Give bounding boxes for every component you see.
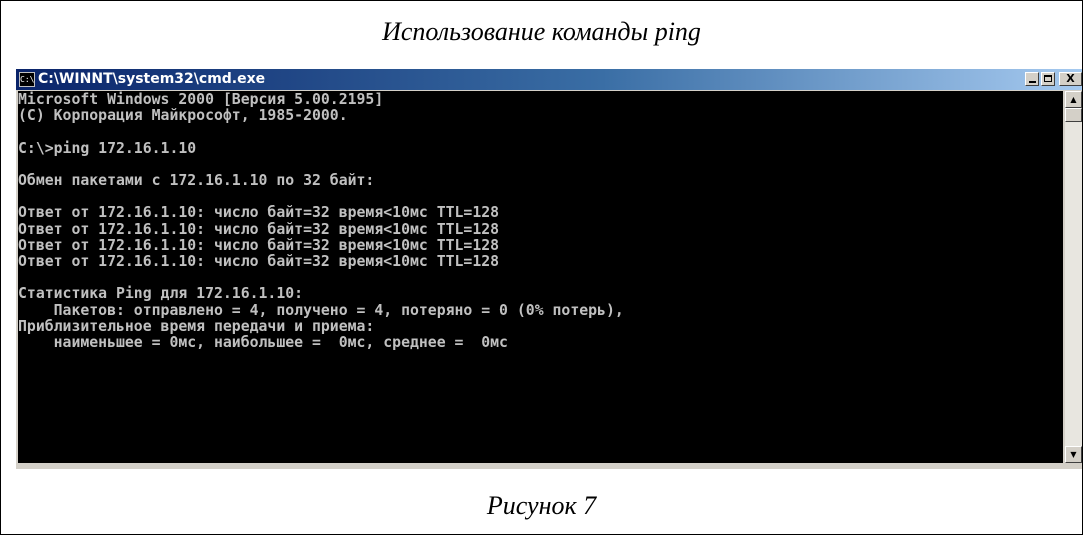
title-bar[interactable]: C:\ C:\WINNT\system32\cmd.exe X <box>16 69 1082 90</box>
minimize-icon <box>1029 81 1036 83</box>
figure-caption: Рисунок 7 <box>486 491 597 520</box>
console-line: наименьшее = 0мс, наибольшее = 0мс, сред… <box>18 334 508 352</box>
console-line: Пакетов: отправлено = 4, получено = 4, п… <box>18 301 624 319</box>
console-line: (С) Корпорация Майкрософт, 1985-2000. <box>18 107 348 125</box>
scroll-up-button[interactable]: ▲ <box>1065 91 1082 108</box>
figure-frame: Использование команды ping C:\ C:\WINNT\… <box>0 0 1083 535</box>
window-title: C:\WINNT\system32\cmd.exe <box>38 71 266 87</box>
console-line: Ответ от 172.16.1.10: число байт=32 врем… <box>18 204 500 222</box>
console-output[interactable]: Microsoft Windows 2000 [Версия 5.00.2195… <box>18 91 1063 463</box>
scroll-thumb[interactable] <box>1065 108 1082 122</box>
console-line: Обмен пакетами с 172.16.1.10 по 32 байт: <box>18 172 375 190</box>
console-line: C:\>ping 172.16.1.10 <box>18 139 197 157</box>
console-line: Приблизительное время передачи и приема: <box>18 317 375 335</box>
maximize-icon <box>1044 75 1052 82</box>
close-button[interactable]: X <box>1059 72 1082 86</box>
arrow-down-icon: ▼ <box>1070 450 1077 459</box>
console-text: Microsoft Windows 2000 [Версия 5.00.2195… <box>18 91 624 352</box>
cmd-icon[interactable]: C:\ <box>19 72 35 87</box>
figure-heading: Использование команды ping <box>382 17 701 46</box>
console-line: Ответ от 172.16.1.10: число байт=32 врем… <box>18 220 500 238</box>
console-line: Microsoft Windows 2000 [Версия 5.00.2195… <box>18 91 384 108</box>
maximize-button[interactable] <box>1041 72 1055 86</box>
close-icon: X <box>1066 72 1075 85</box>
console-line: Ответ от 172.16.1.10: число байт=32 врем… <box>18 253 500 271</box>
console-line: Ответ от 172.16.1.10: число байт=32 врем… <box>18 236 500 254</box>
minimize-button[interactable] <box>1025 72 1039 86</box>
console-line: Статистика Ping для 172.16.1.10: <box>18 285 304 303</box>
scroll-down-button[interactable]: ▼ <box>1065 446 1082 463</box>
cmd-window[interactable]: C:\ C:\WINNT\system32\cmd.exe X Microsof… <box>16 69 1082 469</box>
vertical-scrollbar[interactable]: ▲ ▼ <box>1065 91 1082 463</box>
arrow-up-icon: ▲ <box>1070 95 1077 104</box>
